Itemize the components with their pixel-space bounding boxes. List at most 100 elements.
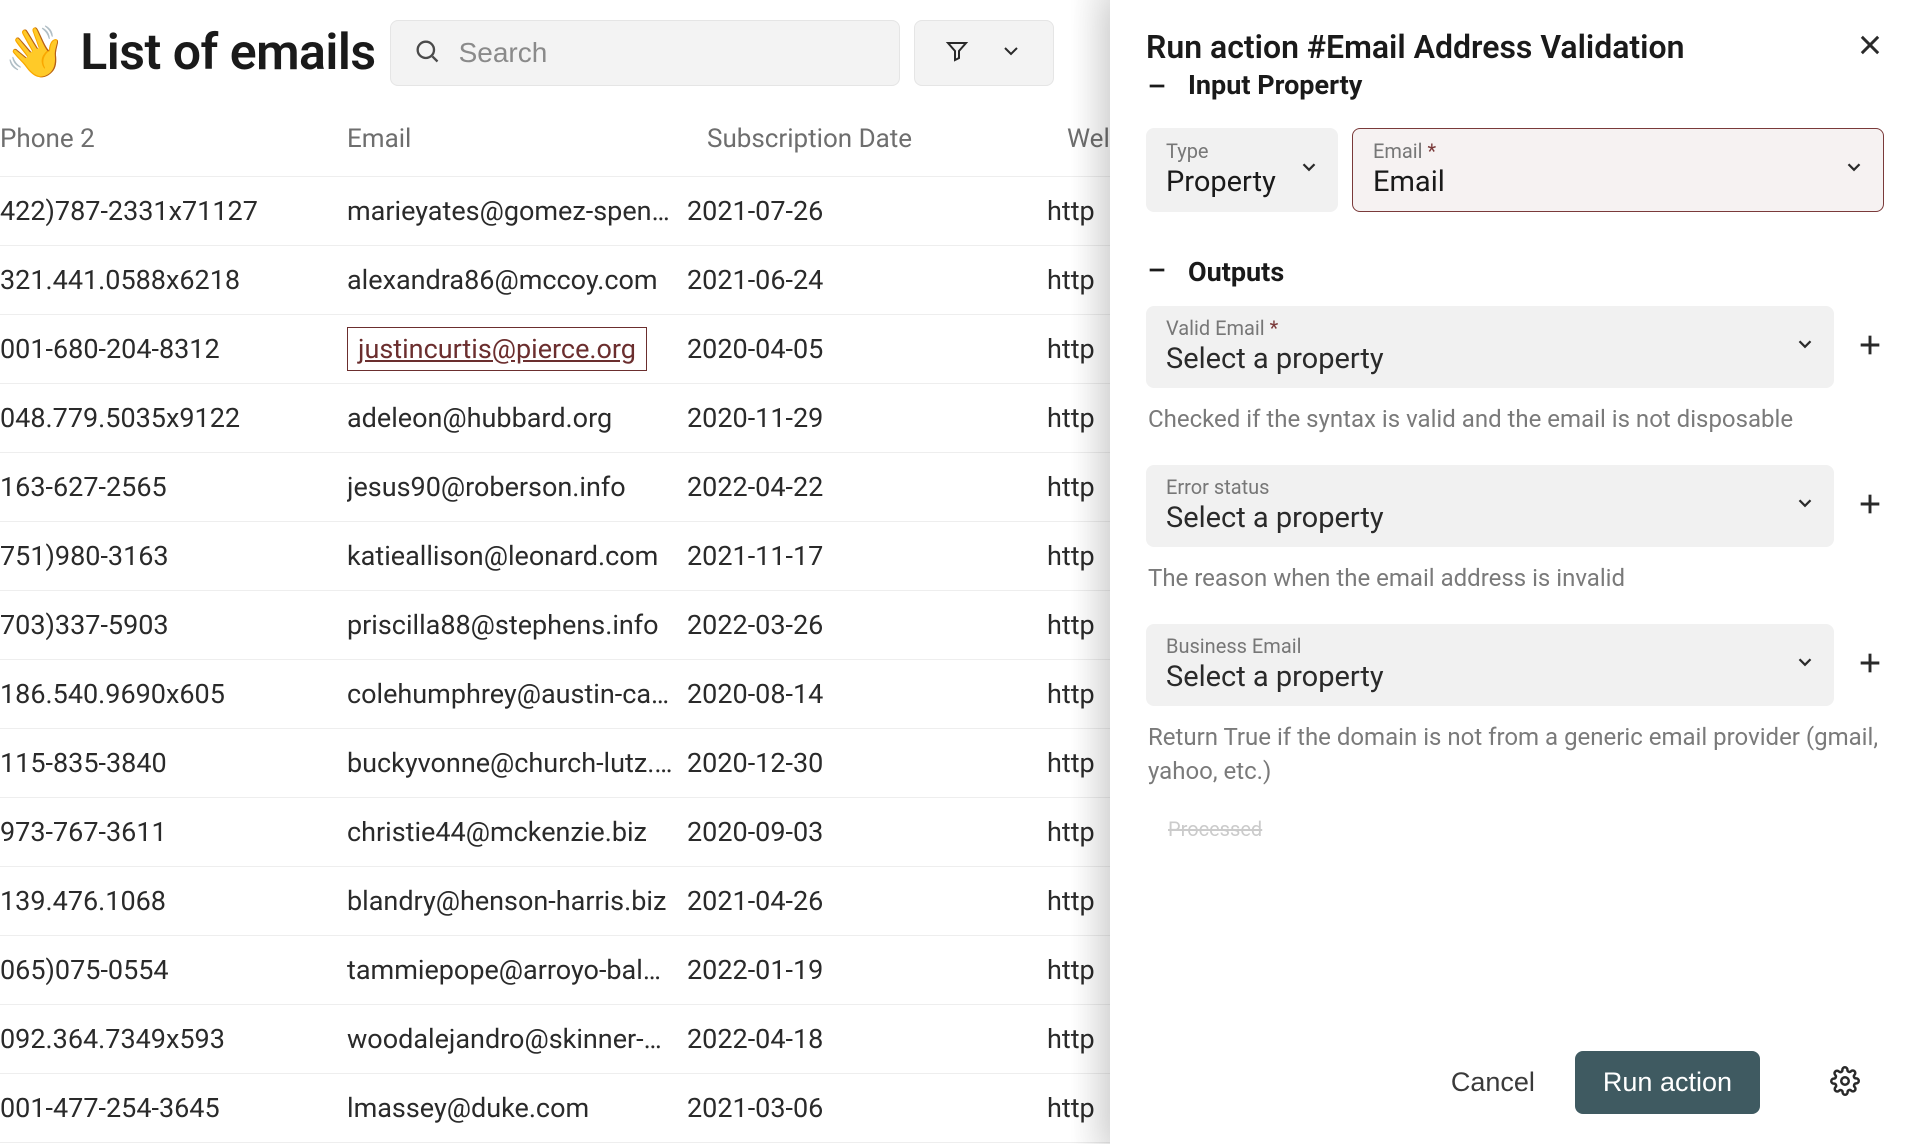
- add-output-button[interactable]: [1856, 331, 1884, 363]
- cell-date: 2021-07-26: [687, 195, 1047, 227]
- cell-date: 2021-11-17: [687, 540, 1047, 572]
- cell-email[interactable]: blandry@henson-harris.biz: [347, 885, 687, 917]
- panel-footer: Cancel Run action: [1110, 1021, 1920, 1144]
- wave-emoji-icon: 👋: [4, 24, 66, 82]
- output-description: Checked if the syntax is valid and the e…: [1146, 402, 1884, 437]
- cell-phone: 321.441.0588x6218: [0, 264, 347, 296]
- section-label-input: Input Property: [1188, 74, 1362, 101]
- cell-email[interactable]: katieallison@leonard.com: [347, 540, 687, 572]
- add-output-button[interactable]: [1856, 490, 1884, 522]
- section-input-property[interactable]: Input Property: [1146, 74, 1884, 104]
- cell-email[interactable]: priscilla88@stephens.info: [347, 609, 687, 641]
- cell-phone: 115-835-3840: [0, 747, 347, 779]
- cell-date: 2022-04-18: [687, 1023, 1047, 1055]
- output-block: Error statusSelect a property The reason …: [1146, 465, 1884, 596]
- output-description: The reason when the email address is inv…: [1146, 561, 1884, 596]
- cell-date: 2021-06-24: [687, 264, 1047, 296]
- email-select-value: Email: [1373, 165, 1445, 199]
- chevron-down-icon: [1298, 156, 1320, 182]
- type-select-value: Property: [1166, 165, 1276, 199]
- cell-phone: 163-627-2565: [0, 471, 347, 503]
- cell-email[interactable]: justincurtis@pierce.org: [347, 327, 687, 371]
- email-select-label: Email: [1373, 139, 1445, 163]
- section-label-outputs: Outputs: [1188, 256, 1284, 288]
- plus-icon: [1856, 344, 1884, 363]
- output-property-select[interactable]: Error statusSelect a property: [1146, 465, 1834, 547]
- cell-phone: 422)787-2331x71127: [0, 195, 347, 227]
- cancel-button[interactable]: Cancel: [1451, 1067, 1535, 1098]
- cell-phone: 001-680-204-8312: [0, 333, 347, 365]
- type-select-label: Type: [1166, 139, 1276, 163]
- plus-icon: [1856, 662, 1884, 681]
- add-output-button[interactable]: [1856, 649, 1884, 681]
- output-placeholder: Select a property: [1166, 342, 1384, 376]
- search-icon: [413, 37, 441, 69]
- output-label: Error status: [1166, 475, 1384, 499]
- gear-icon: [1830, 1081, 1860, 1100]
- cell-email[interactable]: alexandra86@mccoy.com: [347, 264, 687, 296]
- panel-title: Run action #Email Address Validation: [1146, 28, 1684, 66]
- col-header-email[interactable]: Email: [347, 124, 707, 154]
- cell-date: 2021-04-26: [687, 885, 1047, 917]
- search-box[interactable]: [390, 20, 900, 86]
- section-outputs[interactable]: Outputs: [1146, 256, 1884, 288]
- cell-email[interactable]: adeleon@hubbard.org: [347, 402, 687, 434]
- collapse-icon: [1146, 259, 1168, 285]
- cell-phone: 092.364.7349x593: [0, 1023, 347, 1055]
- filter-button[interactable]: [914, 20, 1054, 86]
- cell-phone: 065)075-0554: [0, 954, 347, 986]
- cell-phone: 973-767-3611: [0, 816, 347, 848]
- cell-date: 2022-03-26: [687, 609, 1047, 641]
- settings-button[interactable]: [1830, 1066, 1860, 1100]
- search-input[interactable]: [459, 37, 877, 69]
- cell-email[interactable]: tammiepope@arroyo-baldw…: [347, 954, 687, 986]
- cell-phone: 186.540.9690x605: [0, 678, 347, 710]
- plus-icon: [1856, 503, 1884, 522]
- output-label: Business Email: [1166, 634, 1384, 658]
- cell-phone: 001-477-254-3645: [0, 1092, 347, 1124]
- email-property-select[interactable]: Email Email: [1352, 128, 1884, 212]
- cell-email[interactable]: jesus90@roberson.info: [347, 471, 687, 503]
- col-header-phone[interactable]: Phone 2: [0, 124, 347, 154]
- output-placeholder: Select a property: [1166, 501, 1384, 535]
- close-icon: [1856, 44, 1884, 63]
- cell-date: 2021-03-06: [687, 1092, 1047, 1124]
- cell-date: 2020-12-30: [687, 747, 1047, 779]
- cell-date: 2020-09-03: [687, 816, 1047, 848]
- type-select[interactable]: Type Property: [1146, 128, 1338, 212]
- chevron-down-icon: [1794, 651, 1816, 677]
- page-title: List of emails: [80, 24, 375, 82]
- collapse-icon: [1146, 75, 1168, 101]
- cell-date: 2020-08-14: [687, 678, 1047, 710]
- cell-date: 2022-04-22: [687, 471, 1047, 503]
- output-description: Return True if the domain is not from a …: [1146, 720, 1884, 790]
- filter-icon: [945, 39, 969, 67]
- chevron-down-icon: [999, 39, 1023, 67]
- cell-phone: 703)337-5903: [0, 609, 347, 641]
- cell-email[interactable]: lmassey@duke.com: [347, 1092, 687, 1124]
- cell-phone: 048.779.5035x9122: [0, 402, 347, 434]
- cell-phone: 751)980-3163: [0, 540, 347, 572]
- cell-email[interactable]: woodalejandro@skinner-slo…: [347, 1023, 687, 1055]
- cell-email[interactable]: buckyvonne@church-lutz.co…: [347, 747, 687, 779]
- cell-email[interactable]: colehumphrey@austin-cald…: [347, 678, 687, 710]
- col-header-date[interactable]: Subscription Date: [707, 124, 1067, 154]
- cell-date: 2022-01-19: [687, 954, 1047, 986]
- chevron-down-icon: [1794, 492, 1816, 518]
- cell-email[interactable]: marieyates@gomez-spence…: [347, 195, 687, 227]
- run-action-panel: Run action #Email Address Validation Inp…: [1110, 0, 1920, 1144]
- output-block: Business EmailSelect a property Return Tr…: [1146, 624, 1884, 790]
- output-property-select[interactable]: Business EmailSelect a property: [1146, 624, 1834, 706]
- output-label: Valid Email: [1166, 316, 1384, 340]
- output-property-select[interactable]: Valid EmailSelect a property: [1146, 306, 1834, 388]
- chevron-down-icon: [1843, 156, 1865, 182]
- close-button[interactable]: [1856, 31, 1884, 63]
- output-label-truncated: Processed: [1146, 817, 1884, 841]
- panel-header: Run action #Email Address Validation: [1110, 0, 1920, 74]
- cell-phone: 139.476.1068: [0, 885, 347, 917]
- cell-date: 2020-11-29: [687, 402, 1047, 434]
- cell-email[interactable]: christie44@mckenzie.biz: [347, 816, 687, 848]
- chevron-down-icon: [1794, 333, 1816, 359]
- run-action-button[interactable]: Run action: [1575, 1051, 1760, 1114]
- cell-date: 2020-04-05: [687, 333, 1047, 365]
